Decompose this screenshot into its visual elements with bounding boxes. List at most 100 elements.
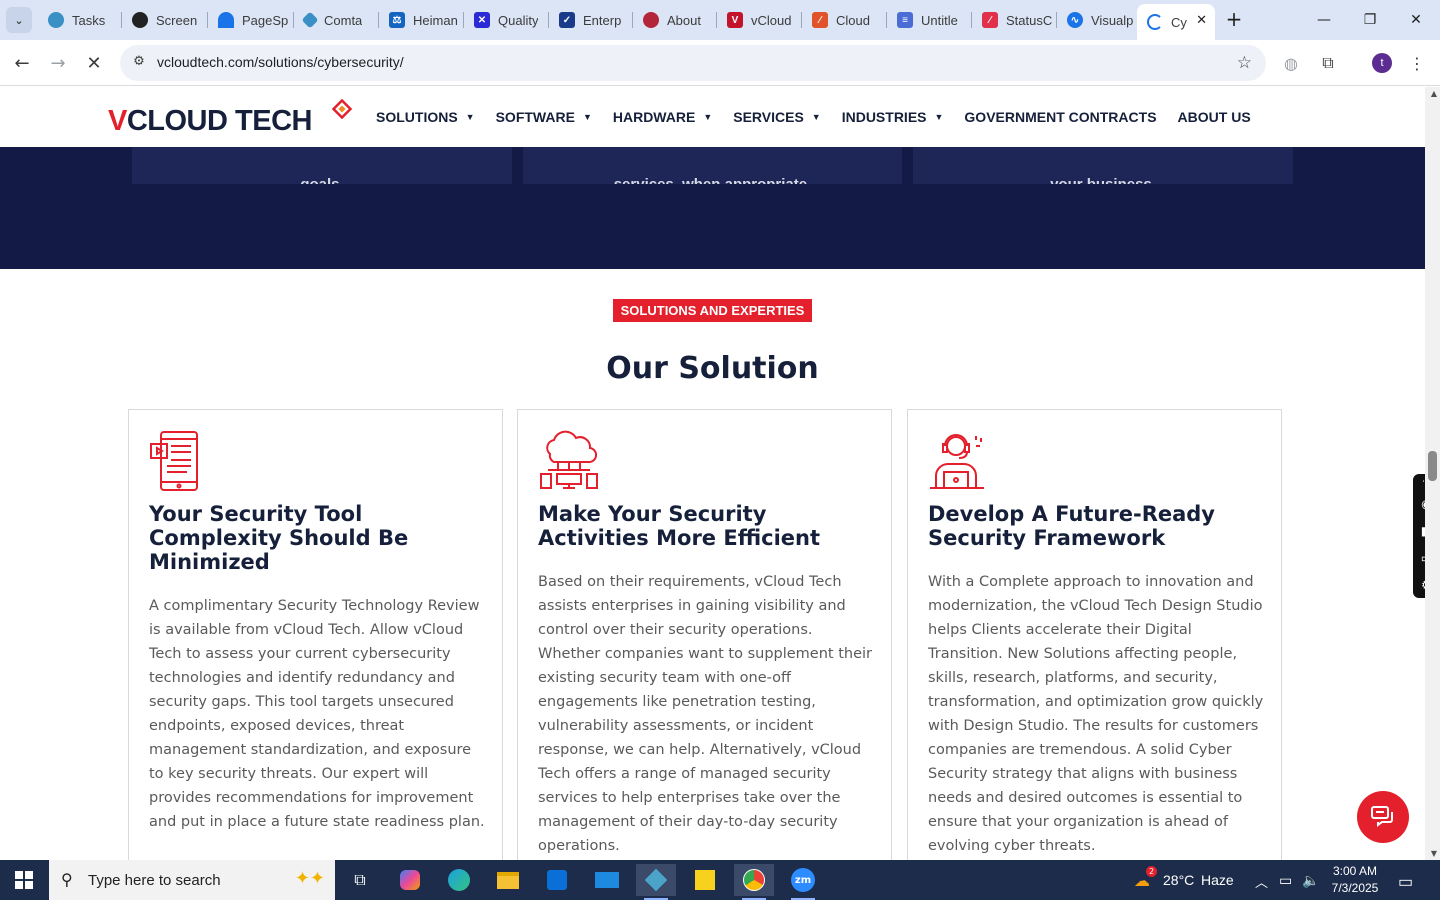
microsoft-store-icon[interactable]: [537, 864, 577, 896]
minimize-window-button[interactable]: —: [1301, 0, 1347, 40]
weather-description[interactable]: Haze: [1201, 872, 1234, 888]
vcloud-tech-logo[interactable]: VCLOUD TECH: [108, 99, 358, 139]
tab-untitled[interactable]: ≡ Untitle: [887, 4, 971, 36]
tab-tasks[interactable]: Tasks: [38, 4, 120, 36]
tab-title: About: [667, 12, 701, 28]
tab-screen[interactable]: Screen: [122, 4, 206, 36]
caret-down-icon: ▼: [811, 112, 821, 122]
tab-title: Heiman: [413, 12, 458, 28]
tab-title: Cloud: [836, 12, 870, 28]
nav-label: HARDWARE: [612, 109, 696, 125]
logo-wordmark: VCLOUD TECH: [108, 105, 312, 138]
tab-enterprise[interactable]: ✓ Enterp: [549, 4, 633, 36]
mail-icon[interactable]: [587, 864, 627, 896]
tab-favicon-icon: ∕: [982, 12, 998, 28]
notifications-icon[interactable]: ▭: [1398, 872, 1413, 892]
extensions-puzzle-icon[interactable]: ⧉: [1315, 50, 1341, 76]
nav-about-us[interactable]: ABOUT US: [1178, 109, 1251, 125]
tab-favicon-icon: ✓: [559, 12, 575, 28]
section-tag: SOLUTIONS AND EXPERTIES: [613, 299, 812, 322]
tray-chevron-up-icon[interactable]: ︿: [1255, 872, 1268, 891]
card-body: With a Complete approach to innovation a…: [928, 574, 1264, 854]
nav-solutions[interactable]: SOLUTIONS ▼: [376, 109, 475, 125]
close-tab-icon[interactable]: ✕: [1196, 12, 1207, 28]
tab-favicon-icon: V: [727, 12, 743, 28]
nav-software[interactable]: SOFTWARE ▼: [496, 109, 592, 125]
network-icon[interactable]: ▭: [1279, 872, 1292, 889]
card-body: Based on their requirements, vCloud Tech…: [538, 574, 872, 854]
edge-browser-icon[interactable]: [439, 864, 479, 896]
sticky-notes-icon[interactable]: [685, 864, 725, 896]
tab-favicon-icon: [643, 12, 659, 28]
tab-title: vCloud: [751, 12, 792, 28]
cloud-network-icon: [540, 430, 598, 489]
card-title: Develop A Future-Ready Security Framewor…: [928, 502, 1215, 550]
file-explorer-icon[interactable]: [488, 864, 528, 896]
browser-menu-icon[interactable]: ⋮: [1404, 50, 1430, 76]
taskbar-search[interactable]: ⚲ Type here to search ✦✦: [49, 860, 335, 900]
copilot-icon[interactable]: [390, 864, 430, 896]
feature-card-text: your business.: [1050, 176, 1156, 184]
solution-card: Your Security Tool Complexity Should Be …: [128, 409, 503, 860]
scroll-down-arrow-icon[interactable]: ▼: [1431, 849, 1437, 858]
nav-government-contracts[interactable]: GOVERNMENT CONTRACTS: [964, 109, 1156, 125]
tab-heiman[interactable]: ⚖ Heiman: [379, 4, 463, 36]
system-clock[interactable]: 3:00 AM 7/3/2025: [1330, 863, 1380, 897]
tab-quality[interactable]: ✕ Quality: [464, 4, 548, 36]
address-bar[interactable]: ⚙ vcloudtech.com/solutions/cybersecurity…: [120, 45, 1266, 81]
tab-search-chevron-icon[interactable]: ⌄: [6, 7, 32, 33]
translate-globe-icon[interactable]: ◍: [1278, 50, 1304, 76]
tab-about[interactable]: About: [633, 4, 717, 36]
back-button[interactable]: ←: [9, 50, 35, 76]
tab-favicon-icon: ∿: [1067, 12, 1083, 28]
solution-card: Make Your Security Activities More Effic…: [517, 409, 892, 860]
page-viewport: goals. services, when appropriate. your …: [0, 87, 1440, 860]
tab-vcloud[interactable]: VvCloud: [717, 4, 801, 36]
tab-pagespeed[interactable]: PageSp: [208, 4, 292, 36]
nav-services[interactable]: SERVICES ▼: [733, 109, 820, 125]
tab-visualping[interactable]: ∿ Visualp: [1057, 4, 1137, 36]
tab-statuscake[interactable]: ∕ StatusC: [972, 4, 1056, 36]
tab-favicon-icon: [48, 12, 64, 28]
nav-hardware[interactable]: HARDWARE ▼: [613, 109, 712, 125]
url-text[interactable]: vcloudtech.com/solutions/cybersecurity/: [157, 54, 404, 70]
chat-button[interactable]: [1357, 791, 1409, 843]
tab-favicon-icon: [301, 11, 319, 29]
zoom-app-icon[interactable]: zm: [783, 864, 823, 900]
clock-date: 7/3/2025: [1331, 881, 1379, 895]
stop-loading-button[interactable]: ✕: [81, 50, 107, 76]
nav-label: SERVICES: [733, 109, 804, 125]
forward-button[interactable]: →: [45, 50, 71, 76]
bookmark-star-icon[interactable]: ☆: [1237, 53, 1252, 73]
weather-badge: 2: [1146, 866, 1157, 877]
logo-gem-icon: [332, 99, 352, 119]
tab-cloud[interactable]: ∕ Cloud: [802, 4, 886, 36]
profile-avatar[interactable]: t: [1372, 53, 1392, 73]
weather-icon[interactable]: ☁ 2: [1127, 864, 1157, 896]
scrollbar-thumb[interactable]: [1428, 451, 1437, 481]
tab-cybersecurity-active[interactable]: Cy ✕: [1137, 4, 1215, 40]
taskbar-app-diamond-icon[interactable]: [636, 864, 676, 900]
new-tab-button[interactable]: +: [1222, 8, 1246, 32]
close-window-button[interactable]: ✕: [1393, 0, 1439, 40]
volume-icon[interactable]: 🔈: [1302, 872, 1319, 889]
task-view-icon[interactable]: ⧉: [340, 864, 380, 896]
nav-industries[interactable]: INDUSTRIES ▼: [842, 109, 944, 125]
tab-favicon-icon: ∕: [812, 12, 828, 28]
logo-word-tech: TECH: [227, 105, 312, 137]
scroll-up-arrow-icon[interactable]: ▲: [1431, 89, 1437, 98]
site-info-icon[interactable]: ⚙: [130, 54, 148, 72]
tab-title: Cy: [1171, 14, 1187, 30]
page-scrollbar[interactable]: ▲ ▼: [1425, 87, 1440, 860]
caret-down-icon: ▼: [465, 112, 475, 122]
start-button[interactable]: [0, 860, 48, 900]
tab-comta[interactable]: Comta: [294, 4, 378, 36]
restore-window-button[interactable]: ❐: [1347, 0, 1393, 40]
caret-down-icon: ▼: [934, 112, 944, 122]
tab-title: Tasks: [72, 12, 106, 28]
browser-toolbar: ← → ✕ ⚙ vcloudtech.com/solutions/cyberse…: [0, 40, 1440, 86]
chrome-browser-icon[interactable]: [734, 864, 774, 900]
chat-icon: [1371, 806, 1393, 827]
weather-temperature[interactable]: 28°C: [1163, 872, 1194, 888]
tab-title: StatusC: [1006, 12, 1053, 28]
